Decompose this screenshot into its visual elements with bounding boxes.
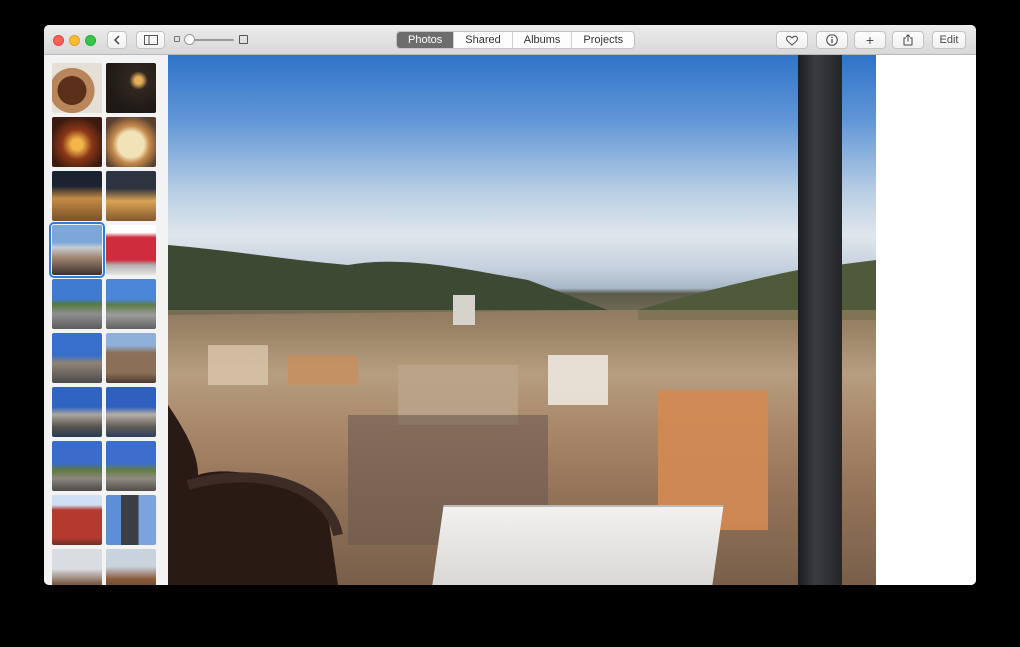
share-button[interactable] <box>892 31 924 49</box>
zoom-window-button[interactable] <box>85 35 96 46</box>
view-tabs: Photos Shared Albums Projects <box>396 31 636 49</box>
window-frame-pole <box>798 55 842 585</box>
sidebar-toggle-icon <box>143 35 158 45</box>
heart-icon <box>786 35 798 46</box>
photo-thumbnail[interactable] <box>106 171 156 221</box>
photo-thumbnail[interactable] <box>52 387 102 437</box>
photo-thumbnail[interactable] <box>52 549 102 585</box>
photo-thumbnail[interactable] <box>106 549 156 585</box>
photo-thumbnail[interactable] <box>106 387 156 437</box>
zoom-slider-knob[interactable] <box>184 34 195 45</box>
edit-button[interactable]: Edit <box>932 31 966 49</box>
photo-thumbnail[interactable] <box>106 279 156 329</box>
thumbnail-sidebar[interactable] <box>44 55 168 585</box>
photo-thumbnail[interactable] <box>106 63 156 113</box>
photo-thumbnail[interactable] <box>106 225 156 275</box>
chair-silhouette <box>168 405 343 585</box>
photo-thumbnail[interactable] <box>52 333 102 383</box>
toolbar: Photos Shared Albums Projects + Edit <box>44 25 976 55</box>
share-icon <box>903 34 913 46</box>
info-button[interactable] <box>816 31 848 49</box>
chevron-left-icon <box>113 35 120 45</box>
photo-background-area <box>876 55 976 585</box>
photo-thumbnail[interactable] <box>52 441 102 491</box>
photo-thumbnail[interactable] <box>52 171 102 221</box>
plus-icon: + <box>865 32 875 48</box>
photo-thumbnail[interactable] <box>106 117 156 167</box>
photo-thumbnail[interactable] <box>52 63 102 113</box>
zoom-slider[interactable] <box>172 34 250 46</box>
add-button[interactable]: + <box>854 31 886 49</box>
tab-projects[interactable]: Projects <box>571 32 634 48</box>
photo-thumbnail[interactable] <box>106 441 156 491</box>
photo-thumbnail[interactable] <box>106 333 156 383</box>
large-thumbnail-icon <box>239 35 248 44</box>
close-window-button[interactable] <box>53 35 64 46</box>
info-icon <box>826 34 838 46</box>
photo-thumbnail[interactable] <box>52 495 102 545</box>
photo-thumbnail-selected[interactable] <box>49 222 105 278</box>
tab-albums[interactable]: Albums <box>511 32 572 48</box>
main-photo-viewer[interactable] <box>168 55 876 585</box>
tab-photos[interactable]: Photos <box>397 32 454 48</box>
photos-window: Photos Shared Albums Projects + Edit <box>44 25 976 585</box>
minimize-window-button[interactable] <box>69 35 80 46</box>
photo-thumbnail[interactable] <box>52 279 102 329</box>
tab-shared[interactable]: Shared <box>453 32 511 48</box>
sidebar-toggle-button[interactable] <box>136 31 165 49</box>
favorite-button[interactable] <box>776 31 808 49</box>
back-button[interactable] <box>107 31 127 49</box>
photo-thumbnail[interactable] <box>52 117 102 167</box>
small-thumbnail-icon <box>174 36 180 42</box>
photo-thumbnail[interactable] <box>106 495 156 545</box>
table-surface <box>432 505 724 585</box>
